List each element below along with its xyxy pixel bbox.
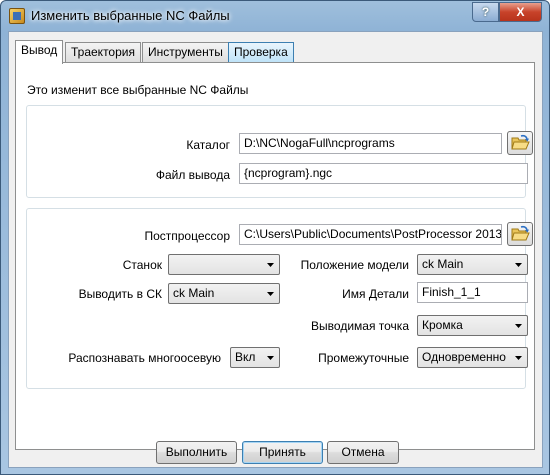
output-file-label: Файл вывода xyxy=(155,168,230,182)
output-point-value: Кромка xyxy=(422,318,463,332)
postprocessor-group: Постпроцессор C:\Users\Public\Documents\… xyxy=(26,208,533,389)
close-button[interactable]: X xyxy=(499,2,542,22)
chevron-down-icon xyxy=(515,356,522,360)
panel-description: Это изменит все выбранные NC Файлы xyxy=(27,83,249,97)
multiaxis-value: Вкл xyxy=(235,350,256,364)
tab-verification[interactable]: Проверка xyxy=(228,42,294,62)
folder-browse-button[interactable] xyxy=(507,131,533,155)
postprocessor-label: Постпроцессор xyxy=(144,229,230,243)
chevron-down-icon xyxy=(515,263,522,267)
part-name-label: Имя Детали xyxy=(342,287,409,301)
output-point-select[interactable]: Кромка xyxy=(417,315,528,336)
app-icon xyxy=(9,8,25,24)
open-folder-icon xyxy=(511,225,530,241)
intermediate-value: Одновременно xyxy=(422,350,506,364)
chevron-down-icon xyxy=(267,356,274,360)
multiaxis-label: Распознавать многоосевую xyxy=(68,351,221,365)
chevron-down-icon xyxy=(267,263,274,267)
apply-button[interactable]: Выполнить xyxy=(156,441,237,464)
chevron-down-icon xyxy=(267,292,274,296)
title-bar[interactable]: Изменить выбранные NC Файлы ? X xyxy=(1,1,549,31)
dialog-window: Изменить выбранные NC Файлы ? X Вывод Тр… xyxy=(0,0,550,475)
multiaxis-select[interactable]: Вкл xyxy=(230,347,280,368)
tab-panel-output: Это изменит все выбранные NC Файлы Катал… xyxy=(15,62,535,450)
output-workplane-label: Выводить в СК xyxy=(78,287,162,301)
window-title: Изменить выбранные NC Файлы xyxy=(31,8,230,23)
output-point-label: Выводимая точка xyxy=(311,319,409,333)
intermediate-label: Промежуточные xyxy=(318,351,409,365)
open-folder-icon xyxy=(511,134,530,150)
output-file-input[interactable]: {ncprogram}.ngc xyxy=(239,163,528,184)
postprocessor-browse-button[interactable] xyxy=(507,222,533,246)
part-name-input[interactable]: Finish_1_1 xyxy=(417,282,528,303)
machine-select[interactable] xyxy=(168,254,280,275)
cancel-button[interactable]: Отмена xyxy=(327,441,399,464)
file-location-group: Каталог D:\NC\NogaFull\ncprograms Файл в… xyxy=(26,105,533,198)
dialog-client-area: Вывод Траектория Инструменты Проверка Эт… xyxy=(8,31,543,468)
machine-label: Станок xyxy=(122,258,162,272)
intermediate-select[interactable]: Одновременно xyxy=(417,347,528,368)
chevron-down-icon xyxy=(515,324,522,328)
help-button[interactable]: ? xyxy=(472,2,499,22)
model-location-value: ck Main xyxy=(422,257,464,271)
output-workplane-value: ck Main xyxy=(173,286,215,300)
tab-toolpath[interactable]: Траектория xyxy=(65,42,141,62)
folder-input[interactable]: D:\NC\NogaFull\ncprograms xyxy=(239,133,502,154)
output-workplane-select[interactable]: ck Main xyxy=(168,283,280,304)
model-location-label: Положение модели xyxy=(300,258,409,272)
postprocessor-input[interactable]: C:\Users\Public\Documents\PostProcessor … xyxy=(239,224,502,245)
model-location-select[interactable]: ck Main xyxy=(417,254,528,275)
tab-tools[interactable]: Инструменты xyxy=(142,42,229,62)
tab-output[interactable]: Вывод xyxy=(15,40,64,64)
folder-label: Каталог xyxy=(186,138,230,152)
accept-button[interactable]: Принять xyxy=(242,441,323,464)
